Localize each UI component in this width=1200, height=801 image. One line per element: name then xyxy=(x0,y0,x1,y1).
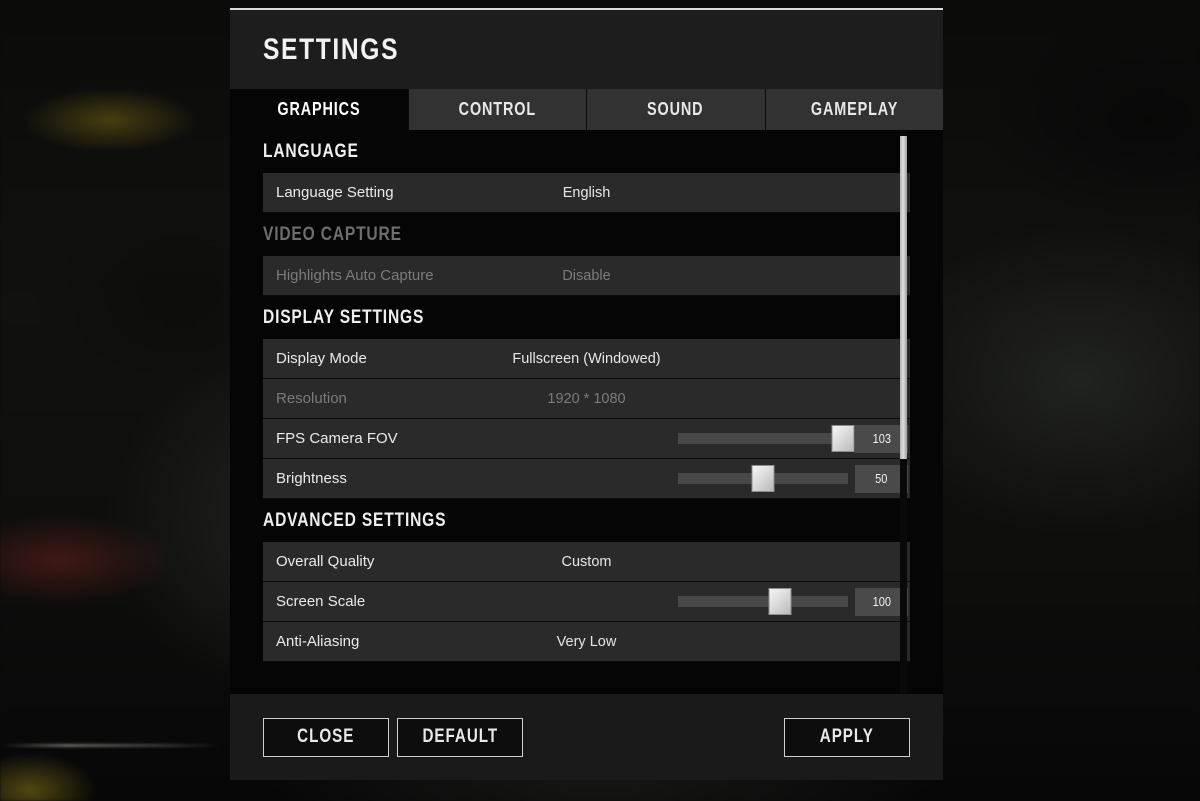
settings-row-label: Brightness xyxy=(276,470,347,487)
scrollbar-thumb[interactable] xyxy=(900,136,907,459)
tab-sound[interactable]: SOUND xyxy=(586,89,765,130)
dialog-footer: CLOSE DEFAULT APPLY xyxy=(230,694,943,780)
background-highlight-streak xyxy=(0,744,222,747)
slider-control: 100 xyxy=(678,582,910,621)
settings-list: LANGUAGE Language Setting English VIDEO CAP… xyxy=(230,130,943,662)
slider-control: 103 xyxy=(678,419,910,458)
section-heading: DISPLAY SETTINGS xyxy=(263,296,910,339)
settings-row[interactable]: Brightness 50 xyxy=(263,459,910,499)
tab-control[interactable]: CONTROL xyxy=(407,89,586,130)
settings-row-label: Highlights Auto Capture xyxy=(276,267,434,284)
apply-button[interactable]: APPLY xyxy=(784,717,910,757)
tab-label: GRAPHICS xyxy=(277,99,361,119)
settings-row-value: 1920 * 1080 xyxy=(547,390,626,407)
default-button-label: DEFAULT xyxy=(422,726,498,747)
tab-label: CONTROL xyxy=(458,99,536,119)
slider-handle[interactable] xyxy=(831,425,855,452)
settings-row[interactable]: Language Setting English xyxy=(263,173,910,213)
tab-label: GAMEPLAY xyxy=(810,99,898,119)
settings-row[interactable]: Display Mode Fullscreen (Windowed) xyxy=(263,339,910,379)
slider-control: 50 xyxy=(678,459,910,498)
apply-button-label: APPLY xyxy=(819,726,875,747)
settings-row[interactable]: Anti-Aliasing Very Low xyxy=(263,622,910,662)
slider-input[interactable] xyxy=(678,459,848,498)
slider-handle[interactable] xyxy=(768,588,792,615)
slider-value: 103 xyxy=(872,431,891,446)
settings-row-label: Screen Scale xyxy=(276,593,366,610)
settings-row[interactable]: Screen Scale 100 xyxy=(263,582,910,622)
settings-row-label: FPS Camera FOV xyxy=(276,430,398,447)
slider-track xyxy=(678,433,848,444)
settings-dialog: SETTINGS GRAPHICS CONTROL SOUND GAMEPLAY LA… xyxy=(230,8,943,780)
settings-row[interactable]: Overall Quality Custom xyxy=(263,542,910,582)
settings-row-label: Overall Quality xyxy=(276,553,375,570)
settings-row-value: Very Low xyxy=(556,633,617,650)
section-heading-label: ADVANCED SETTINGS xyxy=(263,509,447,531)
close-button-label: CLOSE xyxy=(297,726,355,747)
slider-value: 100 xyxy=(872,594,891,609)
settings-row-label: Language Setting xyxy=(276,184,394,201)
tab-label: SOUND xyxy=(647,99,704,119)
page-title: SETTINGS xyxy=(263,32,400,66)
settings-row-label: Anti-Aliasing xyxy=(276,633,360,650)
tab-graphics[interactable]: GRAPHICS xyxy=(230,89,408,130)
section-heading: LANGUAGE xyxy=(263,130,910,173)
dialog-title-bar: SETTINGS xyxy=(230,10,943,89)
section-heading-label: VIDEO CAPTURE xyxy=(263,223,402,245)
tab-gameplay[interactable]: GAMEPLAY xyxy=(764,89,943,130)
settings-row[interactable]: Resolution 1920 * 1080 xyxy=(263,379,910,419)
section-heading: VIDEO CAPTURE xyxy=(263,213,910,256)
default-button[interactable]: DEFAULT xyxy=(397,717,523,757)
scrollbar-track[interactable] xyxy=(900,130,907,694)
slider-value: 50 xyxy=(875,471,888,486)
settings-scroll-area[interactable]: LANGUAGE Language Setting English VIDEO CAP… xyxy=(230,130,943,694)
section-heading-label: LANGUAGE xyxy=(263,140,359,162)
slider-input[interactable] xyxy=(678,582,848,621)
settings-row[interactable]: FPS Camera FOV 103 xyxy=(263,419,910,459)
slider-track xyxy=(678,596,848,607)
settings-row[interactable]: Highlights Auto Capture Disable xyxy=(263,256,910,296)
close-button[interactable]: CLOSE xyxy=(263,717,389,757)
settings-row-label: Resolution xyxy=(276,390,347,407)
slider-handle[interactable] xyxy=(751,465,775,492)
slider-input[interactable] xyxy=(678,419,855,458)
tab-bar: GRAPHICS CONTROL SOUND GAMEPLAY xyxy=(230,89,943,130)
section-heading: ADVANCED SETTINGS xyxy=(263,499,910,542)
section-heading-label: DISPLAY SETTINGS xyxy=(263,306,425,328)
settings-row-label: Display Mode xyxy=(276,350,367,367)
